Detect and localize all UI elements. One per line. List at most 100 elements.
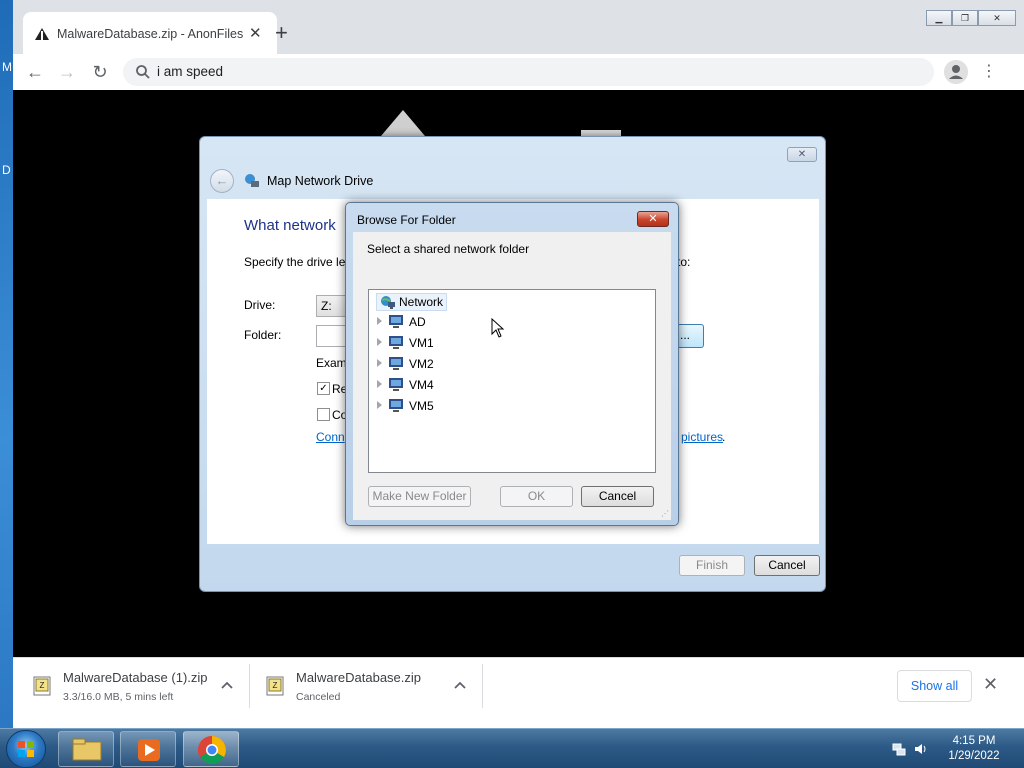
dialog-title: Map Network Drive — [267, 174, 374, 188]
reload-icon[interactable]: ↻ — [88, 60, 112, 84]
back-arrow-icon[interactable]: ← — [210, 169, 234, 193]
page-content: ✕ ← Map Network Drive What network Speci… — [13, 90, 1024, 657]
dialog-description-tail: to: — [677, 255, 691, 269]
download-item[interactable]: Z MalwareDatabase.zip Canceled — [246, 658, 482, 728]
profile-avatar-icon[interactable] — [944, 60, 968, 84]
more-menu-icon[interactable]: ⋮ — [981, 60, 997, 84]
computer-icon — [389, 315, 403, 328]
show-all-button[interactable]: Show all — [897, 670, 972, 702]
ok-button[interactable]: OK — [500, 486, 573, 507]
divider — [482, 664, 483, 708]
tree-item-vm1[interactable]: VM1 — [377, 334, 497, 352]
taskbar-explorer-button[interactable] — [58, 731, 114, 767]
reconnect-checkbox[interactable]: ✓ — [317, 382, 330, 395]
chrome-icon — [198, 736, 226, 764]
restore-button[interactable]: ❐ — [952, 10, 978, 26]
volume-tray-icon[interactable] — [914, 742, 928, 756]
download-filename: MalwareDatabase.zip — [296, 670, 422, 685]
drive-label: Drive: — [244, 298, 276, 312]
mouse-cursor-icon — [491, 318, 505, 338]
tree-item-label: AD — [409, 315, 426, 329]
svg-text:Z: Z — [40, 681, 45, 690]
tree-item-network[interactable]: Network — [376, 293, 448, 311]
tab-anonfiles[interactable]: MalwareDatabase.zip - AnonFiles ✕ — [23, 12, 277, 54]
search-icon — [136, 65, 150, 79]
browse-for-folder-dialog: Browse For Folder ✕ Select a shared netw… — [345, 202, 679, 526]
tree-item-vm5[interactable]: VM5 — [377, 397, 497, 415]
new-tab-button[interactable]: + — [275, 22, 288, 44]
zip-file-icon: Z — [33, 676, 51, 696]
minimize-button[interactable]: ▁ — [926, 10, 952, 26]
credentials-checkbox[interactable] — [317, 408, 330, 421]
close-icon[interactable]: ✕ — [983, 674, 998, 695]
expand-arrow-icon[interactable] — [377, 338, 382, 346]
expand-arrow-icon[interactable] — [377, 401, 382, 409]
expand-arrow-icon[interactable] — [377, 380, 382, 388]
browser-toolbar: ← → ↻ i am speed ⋮ — [13, 54, 1024, 90]
network-icon — [381, 296, 395, 309]
tab-close-icon[interactable]: ✕ — [249, 24, 262, 42]
system-clock[interactable]: 4:15 PM 1/29/2022 — [944, 734, 1004, 764]
download-status: Canceled — [296, 691, 341, 703]
clock-time: 4:15 PM — [952, 735, 996, 747]
dialog-description: Specify the drive let — [244, 255, 349, 269]
media-player-icon — [138, 739, 160, 761]
windows-logo-icon — [18, 741, 34, 757]
connect-website-link[interactable]: Conn — [316, 430, 345, 444]
download-status: 3.3/16.0 MB, 5 mins left — [63, 691, 174, 703]
start-button[interactable] — [6, 730, 46, 768]
tab-title: MalwareDatabase.zip - AnonFiles — [57, 27, 244, 41]
dialog-title: Browse For Folder — [357, 213, 456, 227]
computer-icon — [389, 357, 403, 370]
taskbar-media-player-button[interactable] — [120, 731, 176, 767]
chevron-up-icon[interactable] — [452, 678, 468, 694]
network-tray-icon[interactable] — [892, 742, 906, 756]
chevron-up-icon[interactable] — [219, 678, 235, 694]
download-shelf: Z MalwareDatabase (1).zip 3.3/16.0 MB, 5… — [13, 657, 1024, 728]
taskbar: 4:15 PM 1/29/2022 — [0, 728, 1024, 768]
folder-tree[interactable]: Network AD VM1 VM2 VM4 VM5 — [368, 289, 656, 473]
tree-item-vm4[interactable]: VM4 — [377, 376, 497, 394]
chrome-window: MalwareDatabase.zip - AnonFiles ✕ + ▁ ❐ … — [13, 0, 1024, 728]
pictures-link[interactable]: pictures — [681, 430, 723, 444]
dialog-body: Select a shared network folder Network A… — [353, 232, 671, 520]
address-text[interactable]: i am speed — [157, 64, 223, 79]
desktop-icon-label[interactable]: D — [2, 163, 11, 177]
tree-item-label: VM1 — [409, 336, 434, 350]
address-bar[interactable]: i am speed — [123, 58, 934, 86]
browse-button[interactable]: ... — [677, 324, 704, 348]
clock-date: 1/29/2022 — [948, 750, 1000, 762]
cancel-button[interactable]: Cancel — [754, 555, 820, 576]
expand-arrow-icon[interactable] — [377, 359, 382, 367]
link-period: . — [722, 430, 726, 444]
tree-item-label: VM5 — [409, 399, 434, 413]
zip-file-icon: Z — [266, 676, 284, 696]
download-filename: MalwareDatabase (1).zip — [63, 670, 208, 685]
tree-item-label: VM4 — [409, 378, 434, 392]
cancel-button[interactable]: Cancel — [581, 486, 654, 507]
back-arrow-icon[interactable]: ← — [23, 60, 47, 84]
desktop-icon-label[interactable]: M — [2, 60, 12, 74]
anonfiles-favicon-icon — [35, 28, 49, 40]
dialog-close-button[interactable]: ✕ — [787, 147, 817, 162]
computer-icon — [389, 399, 403, 412]
svg-text:Z: Z — [273, 681, 278, 690]
finish-button[interactable]: Finish — [679, 555, 745, 576]
dialog-prompt: Select a shared network folder — [367, 242, 530, 256]
close-button[interactable]: ✕ — [637, 211, 669, 227]
network-drive-icon — [245, 174, 259, 187]
taskbar-chrome-button[interactable] — [183, 731, 239, 767]
make-new-folder-button[interactable]: Make New Folder — [368, 486, 471, 507]
tree-item-vm2[interactable]: VM2 — [377, 355, 497, 373]
resize-grip-icon[interactable]: ⋰ — [661, 510, 669, 518]
expand-arrow-icon[interactable] — [377, 317, 382, 325]
download-item[interactable]: Z MalwareDatabase (1).zip 3.3/16.0 MB, 5… — [13, 658, 249, 728]
example-text: Exam — [316, 356, 347, 370]
window-close-button[interactable]: ✕ — [978, 10, 1016, 26]
computer-icon — [389, 378, 403, 391]
dialog-heading: What network — [244, 217, 336, 234]
tree-item-ad[interactable]: AD — [377, 313, 497, 331]
tree-item-label: Network — [399, 295, 444, 309]
tab-strip: MalwareDatabase.zip - AnonFiles ✕ + ▁ ❐ … — [13, 0, 1024, 54]
forward-arrow-icon[interactable]: → — [55, 60, 79, 84]
